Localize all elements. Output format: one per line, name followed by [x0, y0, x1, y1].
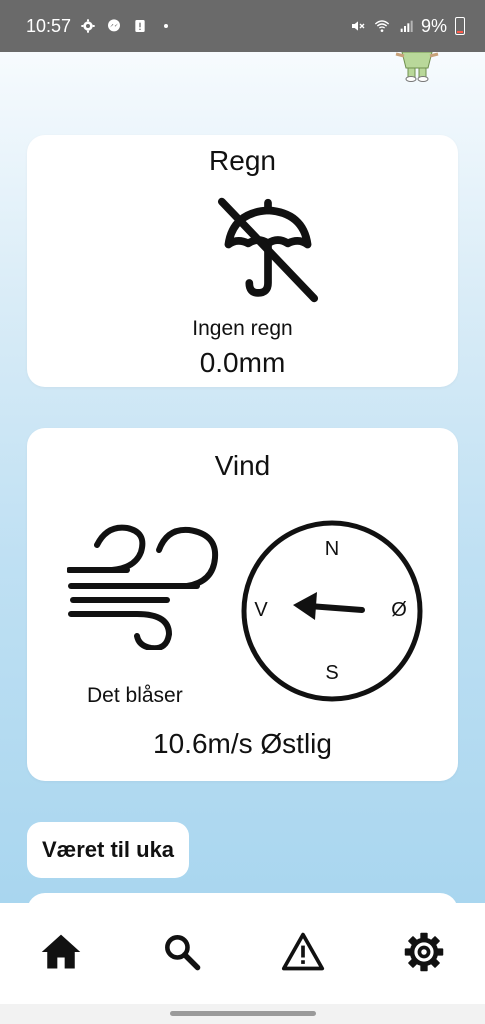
battery-icon [455, 17, 465, 35]
settings-icon [79, 17, 97, 35]
status-bar: 10:57 9% [0, 0, 485, 52]
alert-icon [131, 17, 149, 35]
wifi-icon [373, 17, 391, 35]
rain-card: Regn Ingen regn 0.0mm [27, 135, 458, 387]
gesture-bar [0, 1004, 485, 1024]
week-forecast-heading[interactable]: Været til uka [27, 822, 190, 878]
wind-direction-arrow [293, 592, 365, 620]
gear-icon [405, 932, 444, 971]
wind-icon [67, 524, 219, 650]
rain-description: Ingen regn [192, 317, 293, 340]
compass-south-label: S [325, 662, 338, 684]
wind-description: Det blåser [87, 684, 183, 707]
wind-compass: N S V Ø [241, 520, 423, 702]
search-icon [164, 934, 201, 970]
warning-icon [282, 932, 325, 970]
rain-title: Regn [209, 145, 276, 176]
wind-title: Vind [214, 450, 271, 481]
rain-amount: 0.0mm [199, 347, 286, 378]
home-gesture-handle[interactable] [170, 1011, 316, 1016]
compass-north-label: N [325, 538, 339, 560]
wind-card: Vind N S V Ø Det blåser 10.6m/s Østlig [27, 428, 458, 781]
bottom-nav [0, 903, 485, 1004]
dot-icon [157, 17, 175, 35]
compass-west-label: V [254, 599, 268, 621]
battery-percent: 9% [420, 15, 447, 36]
signal-icon [397, 17, 415, 35]
no-umbrella-icon [217, 197, 319, 303]
compass-east-label: Ø [391, 599, 407, 621]
wind-speed: 10.6m/s Østlig [153, 728, 332, 759]
mascot-figure [392, 51, 442, 82]
status-time: 10:57 [26, 15, 72, 36]
nav-home-button[interactable] [31, 922, 91, 982]
nav-search-button[interactable] [152, 922, 212, 982]
nav-warnings-button[interactable] [273, 922, 333, 982]
nav-settings-button[interactable] [394, 922, 454, 982]
mute-icon [349, 17, 367, 35]
home-icon [41, 934, 80, 968]
messenger-icon [105, 17, 123, 35]
